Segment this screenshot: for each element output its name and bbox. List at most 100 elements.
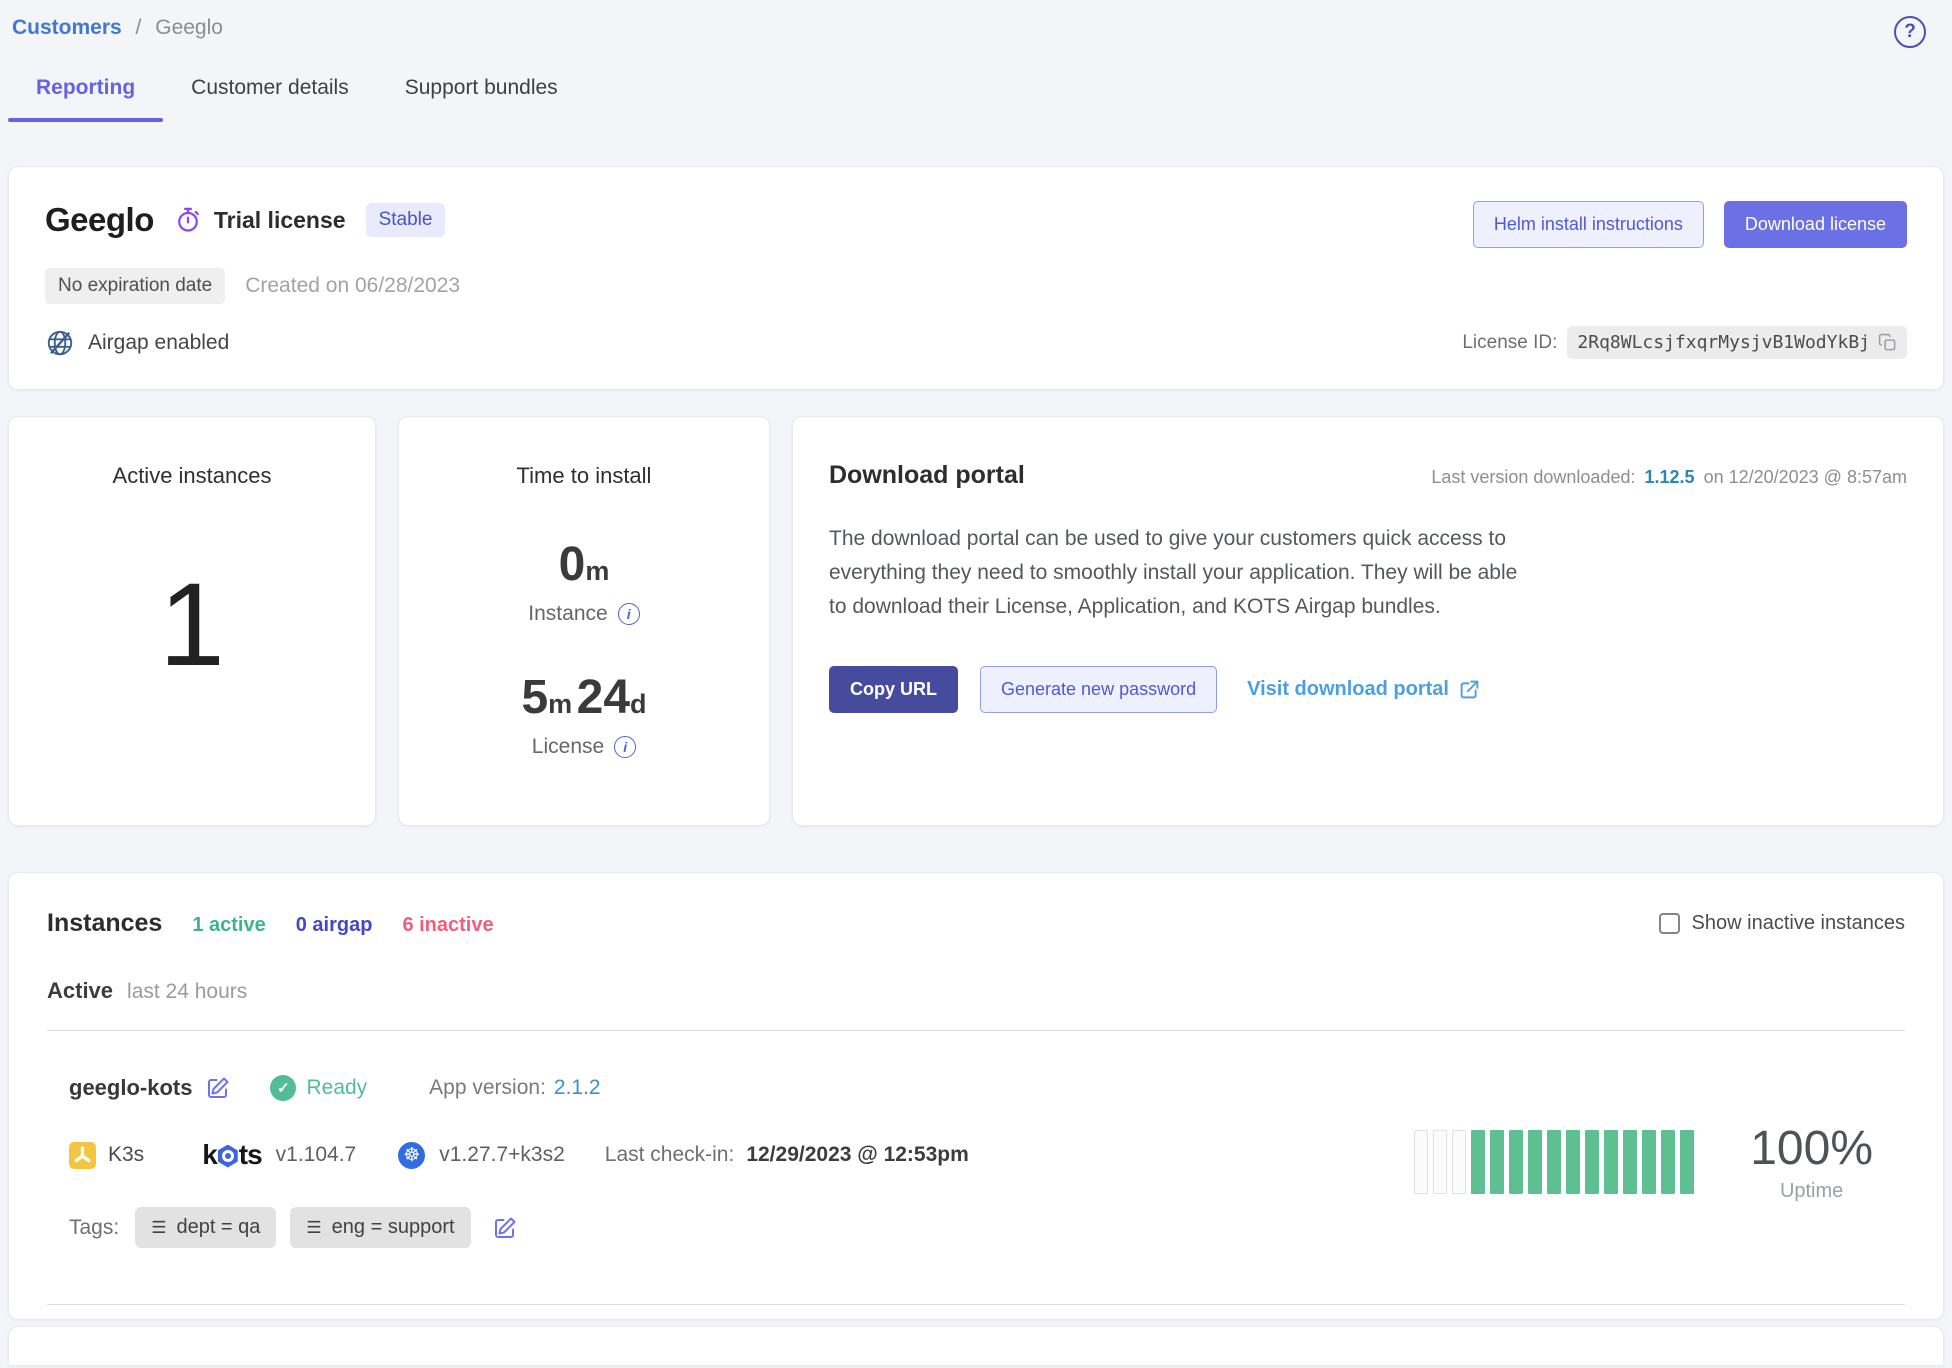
tag-list: ☰ dept = qa ☰ eng = support [135,1207,470,1248]
tag-pill: ☰ dept = qa [135,1207,276,1248]
time-to-install-title: Time to install [399,463,769,489]
k3s-icon [69,1142,96,1169]
uptime-bar-filled [1585,1130,1599,1194]
tab-support-bundles[interactable]: Support bundles [377,76,586,122]
edit-tags-icon[interactable] [493,1216,517,1240]
edit-instance-name-icon[interactable] [206,1076,230,1100]
uptime-bar-filled [1566,1130,1580,1194]
airgap-globe-icon [45,328,75,358]
uptime-bar-filled [1680,1130,1694,1194]
show-inactive-checkbox[interactable] [1659,913,1680,934]
distribution: K3s [69,1142,144,1169]
last-checkin-label: Last check-in: [605,1143,735,1167]
top-bar: Customers / Geeglo ? [8,12,1944,48]
license-id-label: License ID: [1462,332,1557,354]
customer-summary-card: Geeglo Trial license Stable Helm install… [8,166,1944,390]
uptime-bar-filled [1528,1130,1542,1194]
download-license-button[interactable]: Download license [1724,201,1907,248]
uptime-percentage: 100% [1750,1121,1873,1176]
breadcrumb: Customers / Geeglo [12,16,223,40]
help-icon[interactable]: ? [1894,16,1926,48]
ready-check-icon: ✓ [270,1075,296,1101]
time-to-install-card: Time to install 0m Instance i 5m 24d Lic… [398,416,770,826]
external-link-icon [1459,679,1480,700]
uptime-bar-empty [1414,1130,1428,1194]
copy-url-button[interactable]: Copy URL [829,666,958,713]
active-section-sublabel: last 24 hours [127,980,247,1004]
uptime-bar-filled [1490,1130,1504,1194]
instances-count-indigo[interactable]: 0 airgap [296,914,373,937]
k8s-version: v1.27.7+k3s2 [439,1143,565,1167]
copy-license-id-icon[interactable] [1878,333,1897,352]
show-inactive-label: Show inactive instances [1692,912,1905,935]
instance-info-icon[interactable]: i [618,603,640,625]
next-card-strip [8,1326,1944,1366]
tag-icon: ☰ [151,1218,166,1238]
tag-pill: ☰ eng = support [290,1207,470,1248]
uptime-label: Uptime [1750,1180,1873,1203]
customer-name: Geeglo [45,201,154,239]
breadcrumb-separator: / [136,16,142,39]
kubernetes-icon: ☸ [398,1142,425,1169]
license-id-pill: 2Rq8WLcsjfxqrMysjvB1WodYkBj [1567,326,1907,359]
kots-version: v1.104.7 [276,1143,357,1167]
uptime-bars [1414,1130,1694,1194]
app-version-link[interactable]: 2.1.2 [554,1076,601,1099]
last-version-link[interactable]: 1.12.5 [1645,467,1695,487]
active-section-label: Active [47,978,113,1004]
uptime-bar-filled [1547,1130,1561,1194]
instance-counts: 1 active 0 airgap 6 inactive [192,914,493,937]
instances-count-green[interactable]: 1 active [192,914,265,937]
uptime-bar-filled [1642,1130,1656,1194]
uptime-widget: 100% Uptime [1414,1121,1891,1203]
instances-title: Instances [47,909,162,938]
active-instances-card: Active instances 1 [8,416,376,826]
helm-install-instructions-button[interactable]: Helm install instructions [1473,201,1704,248]
uptime-bar-empty [1433,1130,1447,1194]
license-info-icon[interactable]: i [614,736,636,758]
instance-row: geeglo-kots ✓ Ready App version:2.1.2 [47,1031,1905,1305]
channel-badge: Stable [366,203,446,237]
tab-customer-details[interactable]: Customer details [163,76,377,122]
instances-count-red[interactable]: 6 inactive [402,914,493,937]
generate-new-password-button[interactable]: Generate new password [980,666,1217,713]
license-id-row: License ID: 2Rq8WLcsjfxqrMysjvB1WodYkBj [1462,326,1907,359]
license-install-label: License i [399,735,769,759]
tag-icon: ☰ [306,1218,321,1238]
tab-reporting[interactable]: Reporting [8,76,163,122]
breadcrumb-customers-link[interactable]: Customers [12,16,122,39]
airgap-status: Airgap enabled [45,328,229,358]
stats-row: Active instances 1 Time to install 0m In… [8,416,1944,826]
license-type: Trial license [174,206,346,234]
license-type-label: Trial license [214,207,346,234]
active-instances-title: Active instances [9,463,375,489]
last-version-downloaded: Last version downloaded: 1.12.5 on 12/20… [1431,467,1907,488]
instance-name: geeglo-kots [69,1075,192,1101]
trial-stopwatch-icon [174,206,202,234]
uptime-bar-filled [1471,1130,1485,1194]
download-portal-card: Download portal Last version downloaded:… [792,416,1944,826]
tag-text: eng = support [332,1216,455,1239]
kots-logo: kts [202,1139,261,1171]
distribution-label: K3s [108,1143,144,1167]
active-instances-value: 1 [9,557,375,693]
visit-download-portal-link[interactable]: Visit download portal [1247,678,1480,701]
ready-label: Ready [306,1076,367,1100]
instance-status: ✓ Ready [270,1075,367,1101]
license-id-value: 2Rq8WLcsjfxqrMysjvB1WodYkBj [1577,332,1870,353]
expiration-badge: No expiration date [45,268,225,304]
app-version: App version:2.1.2 [429,1076,600,1100]
breadcrumb-current: Geeglo [155,16,223,39]
uptime-bar-filled [1661,1130,1675,1194]
uptime-bar-filled [1623,1130,1637,1194]
license-install-time: 5m 24d [399,670,769,725]
uptime-bar-empty [1452,1130,1466,1194]
tag-text: dept = qa [176,1216,260,1239]
tab-bar: ReportingCustomer detailsSupport bundles [8,76,1944,122]
tags-label: Tags: [69,1216,119,1240]
created-date-text: Created on 06/28/2023 [245,274,460,298]
uptime-bar-filled [1604,1130,1618,1194]
download-portal-description: The download portal can be used to give … [829,522,1539,624]
kots-o-icon [218,1145,238,1168]
show-inactive-toggle[interactable]: Show inactive instances [1659,912,1905,935]
